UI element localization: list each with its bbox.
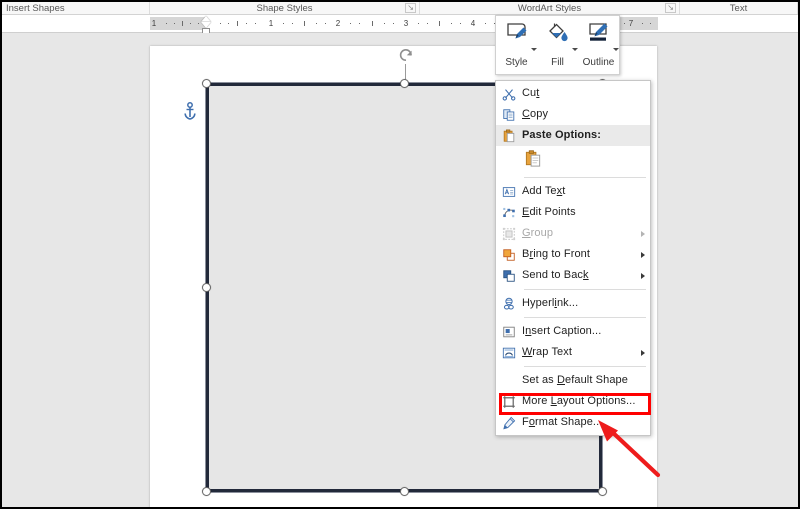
menu-item-label: Hyperlink... <box>522 297 579 309</box>
more-layout-options-icon <box>496 395 522 409</box>
ribbon-group-label: Text <box>729 3 748 14</box>
ribbon-group-text[interactable]: Text <box>680 2 798 14</box>
ribbon-group-label: WordArt Styles <box>517 3 582 14</box>
ruler-tick-label: 1 <box>151 19 157 28</box>
mini-toolbar-label: Fill <box>551 57 564 68</box>
menu-separator <box>524 366 646 367</box>
menu-separator <box>524 177 646 178</box>
resize-handle-middle-left[interactable] <box>202 283 211 292</box>
add-text-icon <box>496 185 522 199</box>
insert-caption-icon <box>496 325 522 339</box>
bring-to-front-icon <box>496 248 522 262</box>
ruler-tick-label: 4 <box>470 19 476 28</box>
ruler-tick-label: 1 <box>268 19 274 28</box>
menu-item-add-text[interactable]: Add Text <box>496 181 650 202</box>
shape-style-icon <box>505 20 529 46</box>
menu-item-label: Copy <box>522 108 549 120</box>
mini-toolbar-label: Style <box>505 57 528 68</box>
menu-item-copy[interactable]: Copy <box>496 104 650 125</box>
menu-item-edit-points[interactable]: Edit Points <box>496 202 650 223</box>
menu-item-label: Add Text <box>522 185 566 197</box>
ribbon-group-insert-shapes[interactable]: Insert Shapes <box>2 2 150 14</box>
ribbon-group-label: Insert Shapes <box>6 3 65 14</box>
menu-item-format-shape[interactable]: Format Shape... <box>496 412 650 433</box>
wrap-text-icon <box>496 346 522 360</box>
scissors-icon <box>496 87 522 101</box>
ribbon-group-wordart-styles[interactable]: WordArt Styles ↘ <box>420 2 680 14</box>
menu-item-group: Group <box>496 223 650 244</box>
menu-item-more-layout-options[interactable]: More Layout Options... <box>496 391 650 412</box>
menu-item-cut[interactable]: Cut <box>496 83 650 104</box>
object-anchor-icon <box>183 102 197 120</box>
copy-icon <box>496 108 522 122</box>
menu-item-label: Edit Points <box>522 206 576 218</box>
resize-handle-bottom-right[interactable] <box>598 487 607 496</box>
mini-format-toolbar[interactable]: Style Fill Outline <box>495 15 620 75</box>
menu-header-paste-options: Paste Options: <box>496 125 650 146</box>
ribbon-group-shape-styles[interactable]: Shape Styles ↘ <box>150 2 420 14</box>
resize-handle-bottom-left[interactable] <box>202 487 211 496</box>
edit-points-icon <box>496 206 522 220</box>
paste-keep-source-formatting-icon[interactable] <box>524 149 543 171</box>
mini-toolbar-outline-button[interactable]: Outline <box>578 20 619 69</box>
ribbon-group-label: Shape Styles <box>256 3 313 14</box>
menu-item-hyperlink[interactable]: Hyperlink... <box>496 293 650 314</box>
menu-item-insert-caption[interactable]: Insert Caption... <box>496 321 650 342</box>
menu-item-label: Set as Default Shape <box>522 374 628 386</box>
menu-item-label: Cut <box>522 87 540 99</box>
ruler-tick-label: 2 <box>335 19 341 28</box>
group-icon <box>496 227 522 241</box>
ruler-tick-label: 7 <box>628 19 634 28</box>
menu-item-set-as-default-shape[interactable]: Set as Default Shape <box>496 370 650 391</box>
mini-toolbar-style-button[interactable]: Style <box>496 20 537 69</box>
menu-item-send-to-back[interactable]: Send to Back <box>496 265 650 286</box>
menu-item-bring-to-front[interactable]: Bring to Front <box>496 244 650 265</box>
menu-item-wrap-text[interactable]: Wrap Text <box>496 342 650 363</box>
submenu-arrow-icon[interactable] <box>636 349 650 356</box>
dialog-launcher-icon[interactable]: ↘ <box>405 3 416 13</box>
menu-item-label: Insert Caption... <box>522 325 602 337</box>
horizontal-ruler[interactable]: 1 1 2 3 4 7 <box>2 15 798 34</box>
outline-pen-icon <box>587 20 611 46</box>
dialog-launcher-icon[interactable]: ↘ <box>665 3 676 13</box>
menu-item-label: Group <box>522 227 554 239</box>
menu-item-label: More Layout Options... <box>522 395 636 407</box>
mini-toolbar-label: Outline <box>582 57 615 68</box>
menu-separator <box>524 317 646 318</box>
submenu-arrow-icon[interactable] <box>636 251 650 258</box>
submenu-arrow-icon <box>636 230 650 237</box>
fill-bucket-icon <box>546 20 570 46</box>
word-document-window: Insert Shapes Shape Styles ↘ WordArt Sty… <box>0 0 800 509</box>
paste-options-gallery[interactable] <box>496 146 650 174</box>
shape-context-menu[interactable]: Cut Copy Paste Options: Add Text Edit Po… <box>495 80 651 436</box>
menu-item-label: Send to Back <box>522 269 589 281</box>
menu-item-label: Format Shape... <box>522 416 603 428</box>
ribbon-group-label-strip: Insert Shapes Shape Styles ↘ WordArt Sty… <box>2 2 798 15</box>
resize-handle-bottom-center[interactable] <box>400 487 409 496</box>
hyperlink-icon <box>496 297 522 311</box>
paste-icon <box>496 129 522 143</box>
format-shape-icon <box>496 416 522 430</box>
menu-item-label: Bring to Front <box>522 248 591 260</box>
send-to-back-icon <box>496 269 522 283</box>
menu-item-label: Paste Options: <box>522 129 602 141</box>
submenu-arrow-icon[interactable] <box>636 272 650 279</box>
menu-item-label: Wrap Text <box>522 346 573 358</box>
chevron-down-icon[interactable] <box>613 48 619 51</box>
resize-handle-top-center[interactable] <box>400 79 409 88</box>
ruler-tick-label: 3 <box>403 19 409 28</box>
mini-toolbar-fill-button[interactable]: Fill <box>537 20 578 69</box>
menu-separator <box>524 289 646 290</box>
resize-handle-top-left[interactable] <box>202 79 211 88</box>
rotation-handle-icon[interactable] <box>397 46 415 64</box>
